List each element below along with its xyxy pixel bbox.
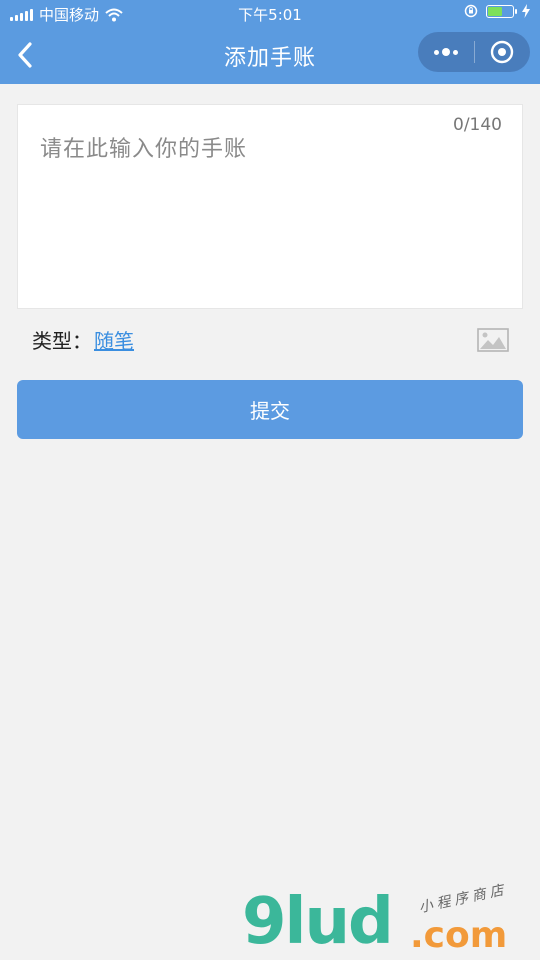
watermark-logo: 9lud .com 小程序商店: [240, 882, 540, 960]
more-button[interactable]: [418, 32, 474, 72]
target-circle-icon: [491, 40, 514, 64]
journal-textarea[interactable]: 请在此输入你的手账 0/140: [17, 104, 523, 309]
charging-icon: [522, 4, 530, 18]
mini-program-capsule: [418, 32, 530, 72]
type-row: 类型： 随笔: [32, 325, 134, 354]
status-time: 下午5:01: [238, 6, 302, 24]
watermark-main: 9lud: [242, 885, 394, 959]
image-icon: [477, 328, 509, 352]
submit-button[interactable]: 提交: [17, 380, 523, 439]
textarea-placeholder: 请在此输入你的手账: [40, 137, 248, 162]
watermark-com: .com: [410, 915, 508, 956]
nav-bar: 添加手账: [0, 28, 540, 84]
status-bar: 中国移动 下午5:01: [0, 0, 540, 28]
app-header: 中国移动 下午5:01 添加手账: [0, 0, 540, 84]
add-image-button[interactable]: [477, 328, 509, 352]
watermark-sub: 小程序商店: [417, 881, 509, 917]
battery-icon: [486, 4, 517, 18]
close-program-button[interactable]: [474, 32, 530, 72]
type-selector-link[interactable]: 随笔: [94, 325, 134, 354]
more-dots-icon: [433, 48, 458, 56]
rotation-lock-icon: [464, 4, 478, 18]
type-label: 类型：: [32, 329, 92, 353]
status-right: [464, 4, 530, 18]
char-counter: 0/140: [453, 115, 502, 135]
